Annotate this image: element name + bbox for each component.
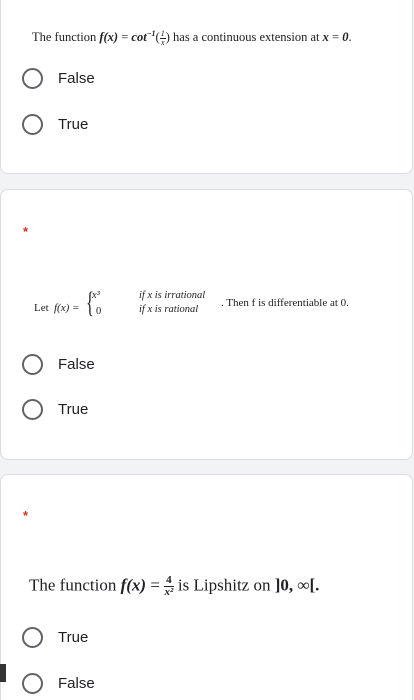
question-card-2: * Let f(x) = { x³ 0 if x is irrational i… — [0, 189, 413, 460]
question-3-text: The function f(x) = 4 x² is Lipshitz on ]… — [29, 574, 320, 598]
option-label: False — [58, 69, 95, 87]
required-asterisk: * — [23, 224, 29, 239]
radio-button[interactable] — [22, 672, 43, 694]
option-true[interactable]: True — [22, 111, 88, 137]
option-false[interactable]: False — [22, 670, 95, 696]
option-true[interactable]: True — [22, 396, 88, 422]
radio-button[interactable] — [22, 353, 43, 375]
question-card-1: The function f(x) = cot−1(1 x) has a cont… — [0, 0, 413, 174]
question-1-text: The function f(x) = cot−1(1 x) has a cont… — [32, 28, 352, 47]
option-label: True — [58, 628, 89, 646]
option-false[interactable]: False — [22, 351, 95, 377]
radio-button[interactable] — [22, 67, 43, 89]
required-asterisk: * — [23, 508, 29, 523]
question-card-3: * The function f(x) = 4 x² is Lipshitz on… — [0, 474, 413, 700]
radio-button[interactable] — [22, 113, 43, 135]
scroll-marker — [0, 664, 6, 682]
option-label: True — [58, 400, 89, 418]
radio-button[interactable] — [22, 626, 43, 648]
option-label: True — [58, 115, 89, 133]
option-true[interactable]: True — [22, 624, 88, 650]
option-label: False — [58, 355, 95, 373]
radio-button[interactable] — [22, 398, 43, 420]
option-false[interactable]: False — [22, 65, 95, 91]
option-label: False — [58, 674, 95, 692]
